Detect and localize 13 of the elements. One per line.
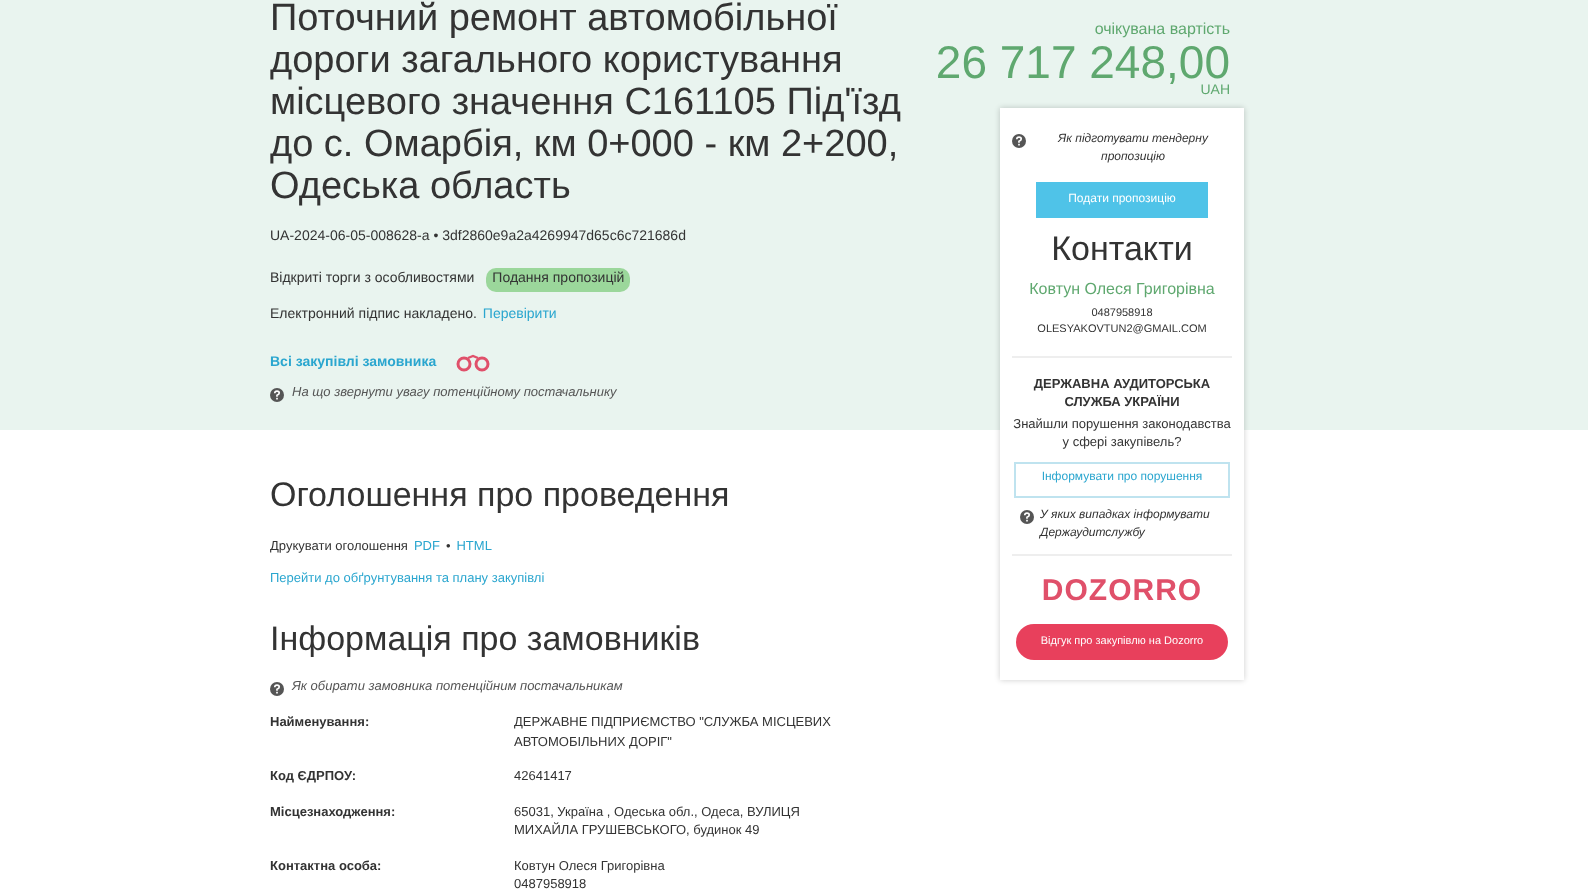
value-label: очікувана вартість [1094, 20, 1232, 40]
tender-title: Поточний ремонт автомобільної дороги загального користування місцевого значення С161105 Під'їзд до с. Омарбія, км 0+000 - км 2+200, Одеська область [270, 0, 903, 208]
dozorro-logo: DOZORRO [1041, 571, 1203, 611]
buyer-info-title: Інформація про замовників [270, 620, 702, 661]
contacts-title: Контакти [1051, 230, 1193, 270]
binoculars-icon [456, 354, 491, 373]
value-amount: 26 717 248,00 [935, 40, 1232, 84]
contact-name: Ковтун Олеся Григорівна [1029, 278, 1215, 302]
help-icon [270, 387, 284, 402]
help-icon [1020, 509, 1034, 523]
help-icon [270, 682, 284, 697]
announcement-title: Оголошення про проведення [270, 475, 732, 516]
help-icon [1012, 134, 1026, 148]
